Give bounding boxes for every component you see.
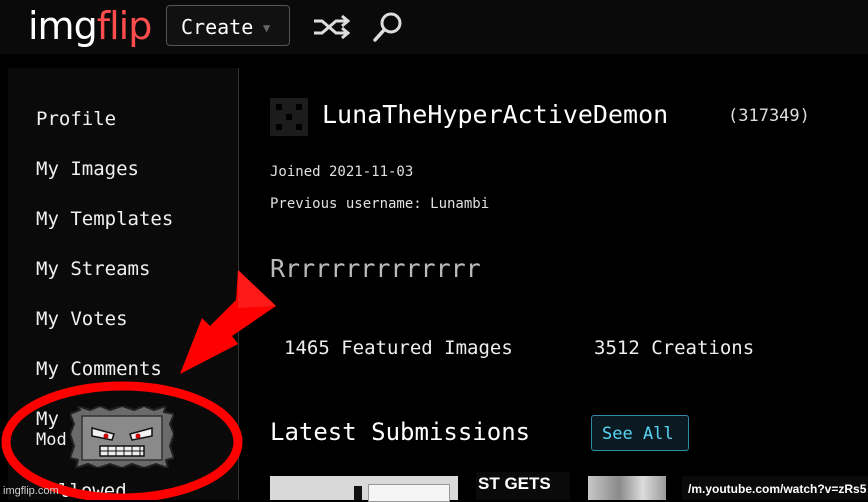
sidebar-item-my-templates[interactable]: My Templates xyxy=(36,208,173,230)
submission-thumbnail-3[interactable] xyxy=(588,476,666,500)
profile-previous-username: Previous username: Lunambi xyxy=(270,196,490,212)
profile-points: (317349) xyxy=(728,106,810,126)
thumbnail-caption: ST GETS xyxy=(478,474,551,493)
sidebar-item-my-streams[interactable]: My Streams xyxy=(36,258,150,280)
featured-images-count: 1465 Featured Images xyxy=(284,337,513,359)
sidebar-item-my-comments[interactable]: My Comments xyxy=(36,358,162,380)
red-arrow-annotation xyxy=(180,270,276,374)
submission-thumbnail-2[interactable]: ST GETS xyxy=(476,472,570,500)
see-all-label: See All xyxy=(602,424,674,444)
sidebar-item-my-votes[interactable]: My Votes xyxy=(36,308,128,330)
logo-text-flip: flip xyxy=(96,4,153,48)
profile-username: LunaTheHyperActiveDemon xyxy=(322,100,669,129)
chevron-down-icon: ▼ xyxy=(263,21,271,35)
create-label: Create xyxy=(181,15,254,39)
latest-submissions-heading: Latest Submissions xyxy=(270,418,531,446)
submission-thumbnail-1[interactable] xyxy=(270,476,458,502)
top-navbar: imgflip Create ▼ xyxy=(0,0,868,54)
submission-thumbnail-4[interactable]: /m.youtube.com/watch?v=zRs5 xyxy=(682,476,868,500)
see-all-button[interactable]: See All xyxy=(591,415,689,451)
thwomp-sticker-icon xyxy=(70,406,174,468)
profile-bio: Rrrrrrrrrrrrrr xyxy=(270,254,481,283)
shuffle-icon[interactable] xyxy=(312,13,350,41)
thumbnail-caption: /m.youtube.com/watch?v=zRs5 xyxy=(688,482,867,496)
creations-count: 3512 Creations xyxy=(594,337,755,359)
profile-main: LunaTheHyperActiveDemon (317349) Joined … xyxy=(240,68,868,500)
avatar xyxy=(270,98,308,136)
sidebar-item-profile[interactable]: Profile xyxy=(36,108,116,130)
imgflip-watermark: imgflip.com xyxy=(3,485,59,497)
profile-joined-date: Joined 2021-11-03 xyxy=(270,164,414,180)
create-dropdown-button[interactable]: Create ▼ xyxy=(166,5,290,46)
sidebar-item-my-images[interactable]: My Images xyxy=(36,158,139,180)
logo-text-img: img xyxy=(28,4,98,48)
imgflip-logo[interactable]: imgflip xyxy=(28,4,153,48)
search-icon[interactable] xyxy=(372,10,404,44)
